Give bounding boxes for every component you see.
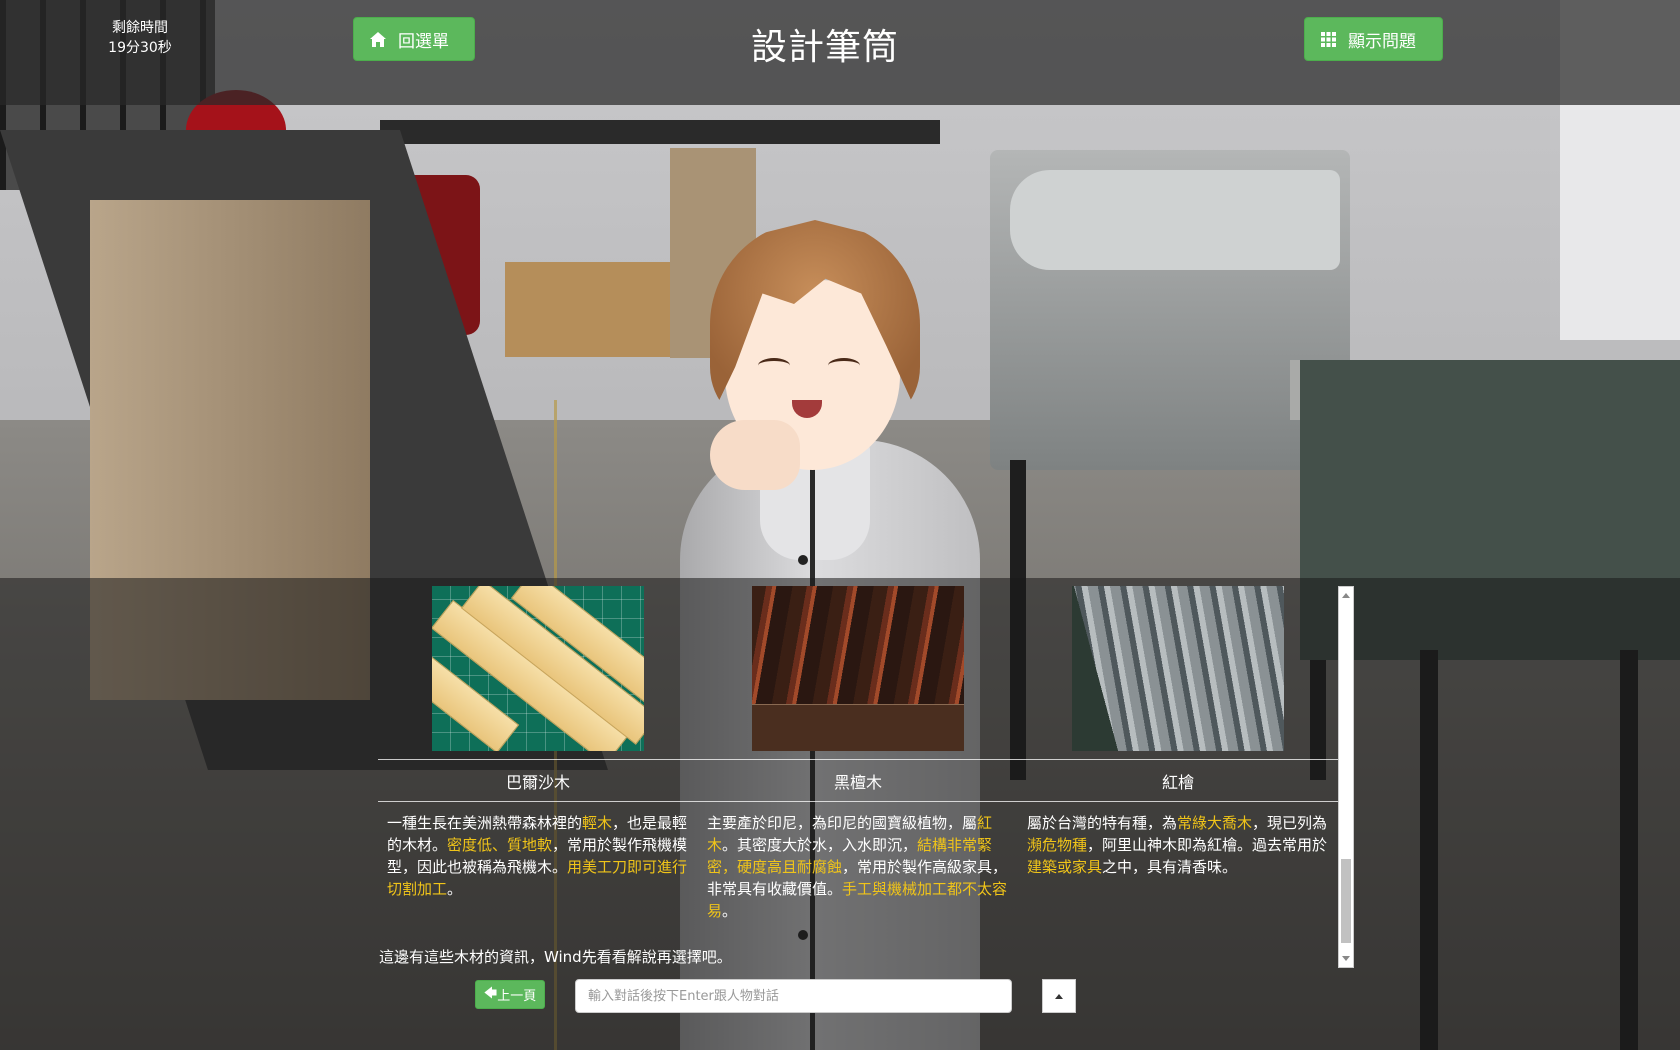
desc-text: 一種生長在美洲熱帶森林裡的 bbox=[387, 814, 583, 832]
remaining-time-label: 剩餘時間 bbox=[112, 20, 168, 36]
wood-description: 屬於台灣的特有種，為常綠大喬木，現已列為瀕危物種，阿里山神木即為紅檜。過去常用於… bbox=[1018, 802, 1338, 922]
desc-text: ，現已列為 bbox=[1252, 814, 1328, 832]
desc-text: 主要產於印尼，為印尼的國寶級植物，屬 bbox=[707, 814, 978, 832]
desc-text: 之中，具有清香味。 bbox=[1102, 858, 1238, 876]
wood-name: 巴爾沙木 bbox=[505, 773, 570, 792]
wood-name: 黑檀木 bbox=[833, 773, 882, 792]
caret-up-icon bbox=[1055, 993, 1063, 999]
scroll-up-arrow-icon[interactable] bbox=[1342, 593, 1350, 598]
desc-text: 。其密度大於水，入水即沉， bbox=[722, 836, 918, 854]
show-questions-button[interactable]: 顯示問題 bbox=[1304, 17, 1443, 61]
desc-text: 。 bbox=[722, 902, 738, 920]
back-to-menu-button[interactable]: 回選單 bbox=[353, 17, 475, 61]
dialog-narration: 這邊有這些木材的資訊，Wind先看看解說再選擇吧。 bbox=[379, 948, 732, 966]
desc-highlight: 輕木 bbox=[582, 814, 613, 832]
desc-highlight: 瀕危物種 bbox=[1027, 836, 1088, 854]
ebony-wood-image bbox=[752, 586, 964, 751]
scroll-down-arrow-icon[interactable] bbox=[1342, 956, 1350, 961]
back-to-menu-label: 回選單 bbox=[398, 31, 449, 52]
desc-highlight: 常綠大喬木 bbox=[1177, 814, 1253, 832]
previous-page-button[interactable]: 🡄 上一頁 bbox=[475, 980, 545, 1009]
home-icon bbox=[370, 31, 386, 47]
remaining-time: 剩餘時間 19分30秒 bbox=[100, 18, 180, 58]
wood-description: 主要產於印尼，為印尼的國寶級植物，屬紅木。其密度大於水，入水即沉，結構非常緊密，… bbox=[698, 802, 1018, 922]
top-bar: 剩餘時間 19分30秒 回選單 設計筆筒 顯示問題 bbox=[0, 0, 1680, 105]
wood-images-row bbox=[378, 586, 1338, 759]
wood-name: 紅檜 bbox=[1161, 773, 1194, 792]
chat-input[interactable] bbox=[575, 979, 1012, 1013]
grid-icon bbox=[1321, 31, 1336, 47]
desc-highlight: 密度低、質地軟 bbox=[447, 836, 553, 854]
page-title: 設計筆筒 bbox=[750, 27, 899, 68]
content-scrollbar[interactable] bbox=[1338, 586, 1354, 968]
previous-page-label: 上一頁 bbox=[497, 989, 537, 1004]
wood-info-content: 巴爾沙木 黑檀木 紅檜 一種生長在美洲熱帶森林裡的輕木，也是最輕的木材。密度低、… bbox=[378, 586, 1338, 966]
red-cypress-image bbox=[1072, 586, 1284, 751]
desc-text: 。 bbox=[447, 880, 463, 898]
scrollbar-thumb[interactable] bbox=[1341, 859, 1351, 943]
remaining-time-value: 19分30秒 bbox=[108, 40, 172, 56]
desc-text: ，阿里山神木即為紅檜。過去常用於 bbox=[1087, 836, 1328, 854]
wood-descriptions-row: 一種生長在美洲熱帶森林裡的輕木，也是最輕的木材。密度低、質地軟，常用於製作飛機模… bbox=[378, 802, 1338, 922]
show-questions-label: 顯示問題 bbox=[1348, 31, 1416, 52]
arrow-left-icon: 🡄 bbox=[483, 985, 498, 1001]
wood-description: 一種生長在美洲熱帶森林裡的輕木，也是最輕的木材。密度低、質地軟，常用於製作飛機模… bbox=[378, 802, 698, 922]
desc-highlight: 建築或家具 bbox=[1027, 858, 1103, 876]
balsa-wood-image bbox=[432, 586, 644, 751]
desc-text: 屬於台灣的特有種，為 bbox=[1027, 814, 1178, 832]
wood-names-row: 巴爾沙木 黑檀木 紅檜 bbox=[378, 760, 1338, 801]
toggle-up-button[interactable] bbox=[1042, 979, 1076, 1013]
